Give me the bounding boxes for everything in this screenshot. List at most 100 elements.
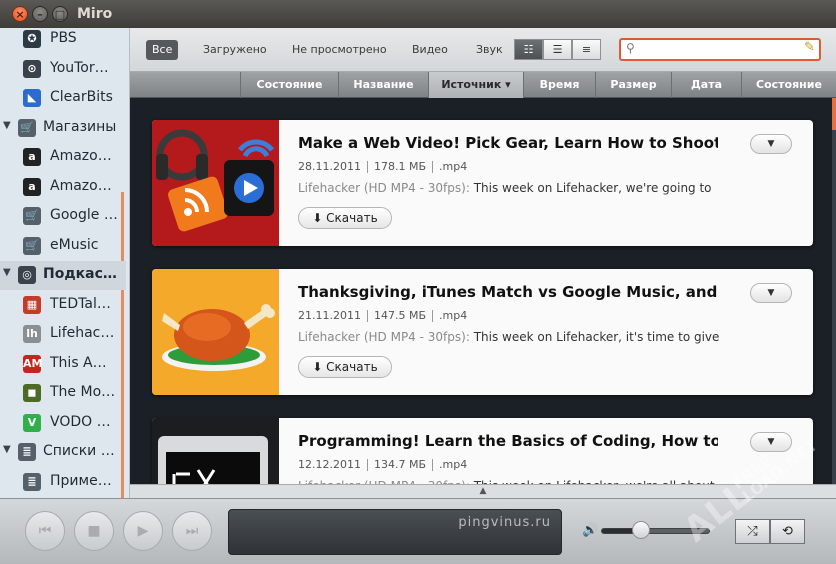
item-size: 134.7 МБ: [373, 458, 427, 471]
filter-tab[interactable]: Все: [146, 40, 179, 60]
table-view-icon[interactable]: ≡: [572, 39, 601, 60]
sidebar-item[interactable]: a Amazo…: [0, 143, 126, 172]
sidebar-item[interactable]: ◣ ClearBits: [0, 84, 126, 113]
sidebar-item[interactable]: AM This A…: [0, 350, 126, 379]
sidebar-item[interactable]: V VODO …: [0, 409, 126, 438]
shuffle-button[interactable]: ⤮: [735, 519, 770, 544]
media-item-card[interactable]: Make a Web Video! Pick Gear, Learn How t…: [152, 120, 813, 246]
expand-arrow-icon[interactable]: ▼: [3, 444, 11, 455]
this-american-life-icon: AM: [23, 354, 42, 373]
amazon-icon: a: [23, 148, 41, 166]
column-header[interactable]: Состояние: [741, 72, 836, 98]
sidebar-item-label: Lifehac…: [50, 325, 115, 341]
the-moth-icon: ◼: [23, 384, 41, 402]
column-header[interactable]: Время: [523, 72, 595, 98]
filter-tab[interactable]: Загружено: [203, 40, 267, 60]
sidebar-item[interactable]: ◼ The Mo…: [0, 379, 126, 408]
sidebar-item-label: YouTor…: [50, 59, 109, 76]
toolbar: ⚲ ✎ Все Загружено Не просмотрено Видео Звук ☷…: [130, 28, 836, 72]
now-playing-display: pingvinus.ru: [228, 509, 562, 555]
column-header[interactable]: Название: [338, 72, 428, 98]
sidebar-item[interactable]: ⊙ YouTor…: [0, 55, 126, 84]
close-window-button[interactable]: ×: [12, 6, 28, 22]
filter-tab[interactable]: Видео: [412, 40, 448, 60]
repeat-button[interactable]: ⟲: [770, 519, 805, 544]
item-title[interactable]: Make a Web Video! Pick Gear, Learn How t…: [298, 134, 718, 152]
maximize-window-button[interactable]: □: [52, 6, 68, 22]
sidebar-item-label: Google …: [50, 207, 118, 223]
sidebar-item[interactable]: a Amazo…: [0, 173, 126, 202]
search-input[interactable]: [639, 41, 789, 58]
thumbnail-image[interactable]: [152, 418, 279, 484]
sidebar-item[interactable]: 🛒 eMusic: [0, 232, 126, 261]
expand-arrow-icon[interactable]: ▼: [3, 267, 11, 278]
sidebar-item[interactable]: 🛒 Google …: [0, 202, 126, 231]
stop-button[interactable]: ■: [74, 511, 114, 551]
meta-separator: [432, 459, 434, 471]
item-menu-button[interactable]: ▼: [750, 283, 792, 303]
meta-separator: [366, 161, 368, 173]
media-item-card[interactable]: Thanksgiving, iTunes Match vs Google Mus…: [152, 269, 813, 395]
store-icon: 🛒: [18, 118, 36, 137]
sidebar-item-label: The Mo…: [50, 384, 116, 400]
item-format: .mp4: [439, 309, 468, 322]
lifehacker-icon: lh: [23, 325, 41, 343]
sidebar-item[interactable]: ✪ PBS: [0, 28, 126, 54]
sidebar-item[interactable]: ▦ TEDTal…: [0, 291, 126, 320]
meta-separator: [366, 310, 368, 322]
player-bar: pingvinus.ru 🔊 ⤮ ⟲ ⏮ ■ ▶ ⏭: [0, 498, 836, 564]
meta-separator: [432, 310, 434, 322]
item-date: 12.12.2011: [298, 458, 361, 471]
expand-arrow-icon[interactable]: ▼: [3, 120, 11, 131]
download-button[interactable]: ⬇ Скачать: [298, 356, 392, 378]
column-header[interactable]: Источник ▾: [428, 72, 523, 98]
details-splitter[interactable]: ▲: [130, 484, 836, 498]
volume-slider[interactable]: [601, 528, 710, 534]
sidebar-item[interactable]: lh Lifehac…: [0, 320, 126, 349]
column-header[interactable]: Размер: [595, 72, 671, 98]
sidebar-category[interactable]: ▼ ◎ Подкас…: [0, 261, 126, 290]
download-button[interactable]: ⬇ Скачать: [298, 207, 392, 229]
sidebar-item-label: eMusic: [50, 236, 99, 253]
item-menu-button[interactable]: ▼: [750, 134, 792, 154]
search-box[interactable]: ⚲ ✎: [619, 38, 821, 61]
play-button[interactable]: ▶: [123, 511, 163, 551]
item-source: Lifehacker (HD MP4 - 30fps):: [298, 330, 470, 344]
media-item-card[interactable]: Programming! Learn the Basics of Coding,…: [152, 418, 813, 484]
sidebar-item-label: This A…: [50, 354, 107, 371]
filter-tab[interactable]: Звук: [476, 40, 503, 60]
compact-view-icon[interactable]: ☰: [543, 39, 572, 60]
sidebar-item[interactable]: ≣ Приме…: [0, 468, 126, 497]
content-scrollbar-thumb[interactable]: [832, 98, 836, 130]
volume-handle[interactable]: [631, 521, 650, 539]
next-button[interactable]: ⏭: [172, 511, 212, 551]
cart-icon: 🛒: [23, 236, 41, 255]
list-view-icon[interactable]: ☷: [514, 39, 543, 60]
volume-icon[interactable]: 🔊: [582, 523, 598, 538]
youtube-icon: ⊙: [23, 59, 41, 78]
sidebar-item-label: Amazo…: [50, 177, 112, 194]
thumbnail-image[interactable]: [152, 120, 279, 246]
item-menu-button[interactable]: ▼: [750, 432, 792, 452]
content-scrollbar[interactable]: [832, 98, 836, 484]
column-header[interactable]: Дата: [671, 72, 741, 98]
sidebar-category[interactable]: ▼ 🛒 Магазины: [0, 114, 126, 143]
item-size: 147.5 МБ: [373, 309, 427, 322]
sidebar-category[interactable]: ▼ ≣ Списки …: [0, 438, 126, 467]
sidebar-item-label: Подкас…: [43, 266, 117, 282]
item-date: 21.11.2011: [298, 309, 361, 322]
item-format: .mp4: [439, 458, 468, 471]
column-header[interactable]: Состояние: [240, 72, 338, 98]
thumbnail-image[interactable]: [152, 269, 279, 395]
item-title[interactable]: Programming! Learn the Basics of Coding,…: [298, 432, 718, 450]
amazon-icon: a: [23, 177, 41, 196]
filter-tab[interactable]: Не просмотрено: [292, 40, 387, 60]
item-description: Lifehacker (HD MP4 - 30fps): This week o…: [298, 181, 768, 195]
previous-button[interactable]: ⏮: [25, 511, 65, 551]
minimize-window-button[interactable]: –: [32, 6, 48, 22]
item-description-text: This week on Lifehacker, it's time to gi…: [469, 330, 720, 344]
item-title[interactable]: Thanksgiving, iTunes Match vs Google Mus…: [298, 283, 718, 301]
clear-search-icon[interactable]: ✎: [804, 40, 815, 55]
item-size: 178.1 МБ: [373, 160, 427, 173]
podcast-icon: ◎: [18, 266, 36, 284]
